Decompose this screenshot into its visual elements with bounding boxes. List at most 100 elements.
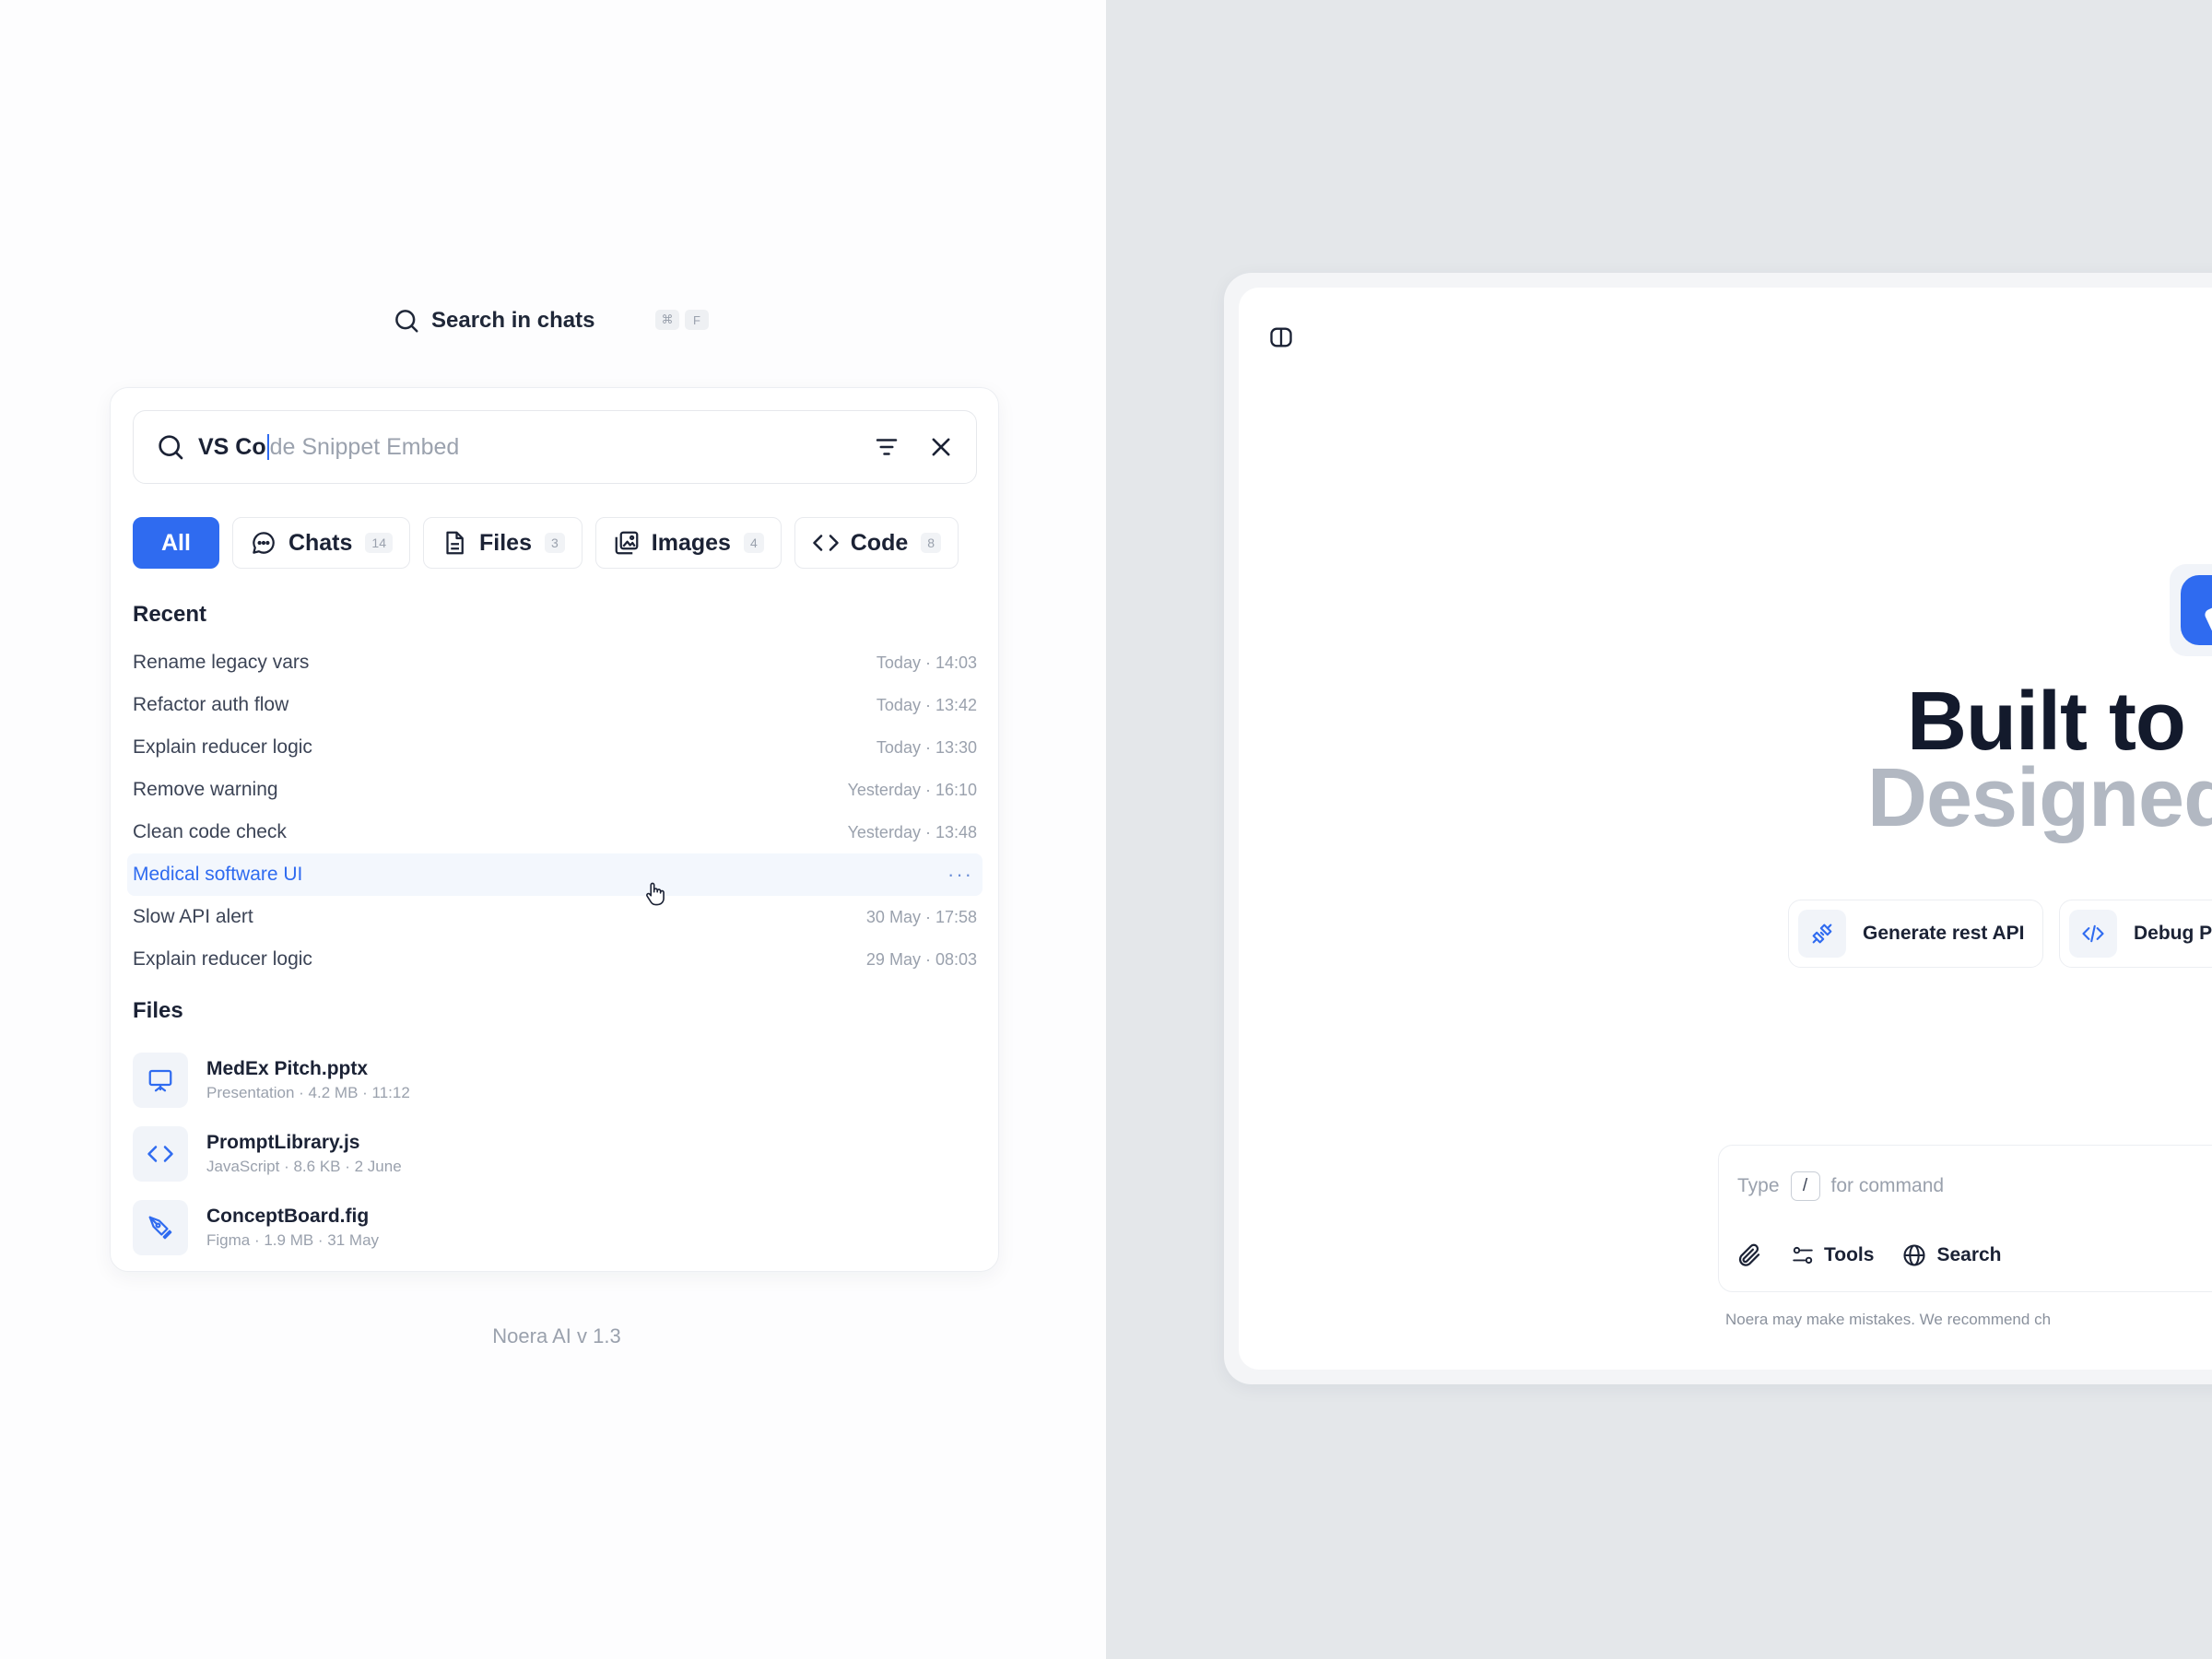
file-item[interactable]: MedEx Pitch.pptx Presentation · 4.2 MB ·…: [133, 1043, 962, 1117]
tab-code[interactable]: Code 8: [794, 517, 959, 569]
file-name: MedEx Pitch.pptx: [206, 1058, 369, 1079]
tab-count: 4: [743, 533, 764, 553]
item-time: Today · 14:03: [876, 653, 977, 672]
item-time: 30 May · 17:58: [865, 907, 977, 926]
tools-label: Tools: [1824, 1244, 1875, 1265]
command-label: for command: [1830, 1175, 1945, 1196]
search-typed-text: VS Co: [198, 433, 266, 460]
app-window: Built to Designed Generate rest API Debu…: [1239, 288, 2212, 1370]
recent-section-title: Recent: [133, 602, 207, 627]
file-item[interactable]: ConceptBoard.fig Figma · 1.9 MB · 31 May: [133, 1191, 962, 1265]
more-options-icon[interactable]: ···: [947, 863, 977, 887]
search-in-chats-label: Search in chats: [431, 308, 595, 333]
suggestion-chip-generate-rest-api[interactable]: Generate rest API: [1788, 900, 2044, 968]
search-icon: [159, 435, 183, 460]
tools-button[interactable]: Tools: [1791, 1243, 1874, 1267]
tab-chats[interactable]: Chats 14: [231, 517, 410, 569]
list-item[interactable]: Explain reducer logic Today · 13:30: [127, 726, 982, 769]
suggestion-label: Debug P: [2134, 923, 2212, 944]
tab-label: All: [161, 529, 191, 556]
list-item[interactable]: Rename legacy vars Today · 14:03: [127, 641, 982, 684]
app-logo: [2170, 564, 2212, 656]
globe-icon: [1903, 1244, 1926, 1266]
code-icon: [133, 1126, 188, 1182]
item-title: Refactor auth flow: [133, 694, 289, 715]
tab-label: Files: [479, 529, 532, 556]
item-title: Medical software UI: [133, 864, 303, 885]
filter-icon[interactable]: [873, 433, 900, 461]
pen-tool-icon: [133, 1200, 188, 1255]
item-title: Explain reducer logic: [133, 736, 312, 758]
item-title: Clean code check: [133, 821, 287, 842]
tab-all[interactable]: All: [133, 517, 219, 569]
left-pane: Search in chats ⌘ F VS Co de Snippet Emb…: [0, 0, 1106, 1659]
hand-cursor-icon: [646, 882, 665, 906]
list-item[interactable]: Remove warning Yesterday · 16:10: [127, 769, 982, 811]
item-time: Yesterday · 13:48: [847, 822, 977, 841]
sliders-icon: [1793, 1246, 1813, 1265]
chat-bubble-icon: [253, 532, 275, 554]
slash-key: /: [1790, 1171, 1820, 1201]
tab-count: 3: [544, 533, 565, 553]
file-list: MedEx Pitch.pptx Presentation · 4.2 MB ·…: [133, 1043, 962, 1265]
app-window-frame: Built to Designed Generate rest API Debu…: [1224, 273, 2212, 1384]
tab-files[interactable]: Files 3: [423, 517, 582, 569]
code-icon: [2069, 910, 2117, 958]
text-caret: [266, 434, 269, 460]
document-icon: [446, 531, 464, 555]
type-label: Type: [1737, 1175, 1780, 1196]
search-panel: VS Co de Snippet Embed All Chats 14 File…: [110, 387, 999, 1272]
item-time: Today · 13:42: [876, 695, 977, 714]
filter-tabs: All Chats 14 Files 3 Images 4 Code 8: [133, 517, 959, 569]
item-time: Today · 13:30: [876, 737, 977, 757]
item-time: Yesterday · 16:10: [847, 780, 977, 799]
item-title: Explain reducer logic: [133, 948, 312, 970]
code-icon: [813, 535, 839, 551]
tab-label: Chats: [288, 529, 353, 556]
list-item[interactable]: Clean code check Yesterday · 13:48: [127, 811, 982, 853]
suggestion-label: Generate rest API: [1863, 923, 2025, 944]
list-item[interactable]: Slow API alert 30 May · 17:58: [127, 896, 982, 938]
file-meta: Presentation · 4.2 MB · 11:12: [206, 1084, 410, 1101]
right-pane: Built to Designed Generate rest API Debu…: [1106, 0, 2212, 1659]
search-suggestion-text: de Snippet Embed: [269, 433, 460, 460]
suggestion-chip-debug[interactable]: Debug P: [2059, 900, 2212, 968]
composer-toolbar: Tools Search: [1735, 1241, 2002, 1269]
item-time: 29 May · 08:03: [865, 949, 977, 969]
item-title: Rename legacy vars: [133, 652, 310, 673]
prompt-composer[interactable]: Type / for command Tools Search: [1718, 1145, 2212, 1292]
search-in-chats-button[interactable]: Search in chats: [393, 302, 594, 339]
search-icon: [395, 310, 418, 333]
plug-icon: [1798, 910, 1846, 958]
file-meta: JavaScript · 8.6 KB · 2 June: [206, 1158, 402, 1175]
command-key: ⌘: [655, 310, 679, 330]
hero-subheadline: Designed: [1867, 752, 2212, 844]
item-title: Remove warning: [133, 779, 278, 800]
version-label: Noera AI v 1.3: [492, 1324, 621, 1347]
tab-images[interactable]: Images 4: [594, 517, 782, 569]
recent-list: Rename legacy vars Today · 14:03 Refacto…: [127, 641, 982, 981]
search-input[interactable]: VS Co de Snippet Embed: [133, 410, 977, 484]
search-button[interactable]: Search: [1901, 1242, 2002, 1268]
file-item[interactable]: PromptLibrary.js JavaScript · 8.6 KB · 2…: [133, 1117, 962, 1191]
search-label: Search: [1936, 1244, 2002, 1265]
shortcut-hint: ⌘ F: [650, 310, 709, 330]
disclaimer-text: Noera may make mistakes. We recommend ch: [1725, 1311, 2052, 1328]
file-meta: Figma · 1.9 MB · 31 May: [206, 1231, 380, 1249]
file-name: PromptLibrary.js: [206, 1132, 360, 1153]
tab-count: 14: [365, 533, 393, 553]
list-item-hovered[interactable]: Medical software UI ···: [127, 853, 982, 896]
presentation-icon: [133, 1053, 188, 1108]
tab-count: 8: [921, 533, 942, 553]
f-key: F: [685, 310, 709, 330]
sidebar-toggle-icon[interactable]: [1268, 324, 1294, 350]
list-item[interactable]: Refactor auth flow Today · 13:42: [127, 684, 982, 726]
paperclip-icon[interactable]: [1735, 1241, 1763, 1269]
close-icon[interactable]: [928, 434, 954, 460]
tab-label: Images: [651, 529, 731, 556]
files-section-title: Files: [133, 998, 183, 1023]
images-icon: [615, 531, 639, 555]
file-name: ConceptBoard.fig: [206, 1206, 370, 1227]
item-title: Slow API alert: [133, 906, 253, 927]
list-item[interactable]: Explain reducer logic 29 May · 08:03: [127, 938, 982, 981]
